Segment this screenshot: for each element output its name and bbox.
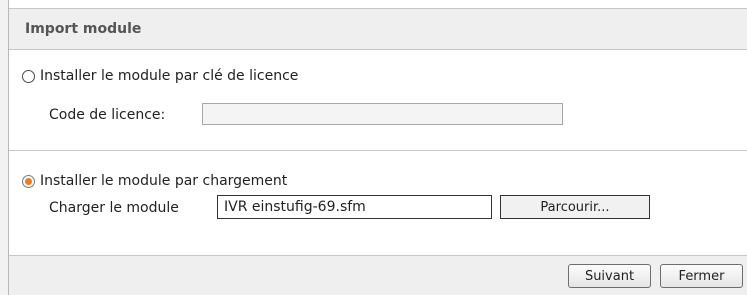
upload-field-label: Charger le module (49, 200, 179, 216)
licence-option[interactable]: Installer le module par clé de licence (22, 67, 298, 85)
upload-radio-label: Installer le module par chargement (40, 173, 288, 189)
dialog-title: Import module (25, 21, 142, 37)
licence-radio[interactable] (22, 69, 35, 83)
import-module-dialog: Import module Installer le module par cl… (9, 0, 747, 295)
licence-code-input[interactable] (202, 103, 563, 125)
upload-section: Installer le module par chargement Charg… (9, 151, 747, 255)
browse-button[interactable]: Parcourir... (500, 195, 650, 219)
licence-section: Installer le module par clé de licence C… (9, 50, 747, 150)
upload-radio[interactable] (22, 174, 35, 188)
file-path-input[interactable] (217, 195, 492, 219)
next-button[interactable]: Suivant (568, 264, 651, 288)
dialog-title-bar: Import module (9, 8, 747, 50)
import-module-page: Import module Installer le module par cl… (0, 0, 747, 295)
licence-radio-label: Installer le module par clé de licence (40, 68, 299, 84)
licence-code-label: Code de licence: (49, 107, 166, 123)
background-window-edge (0, 0, 9, 295)
upload-option[interactable]: Installer le module par chargement (22, 172, 287, 190)
close-button[interactable]: Fermer (660, 264, 743, 288)
dialog-footer: Suivant Fermer (9, 255, 747, 295)
